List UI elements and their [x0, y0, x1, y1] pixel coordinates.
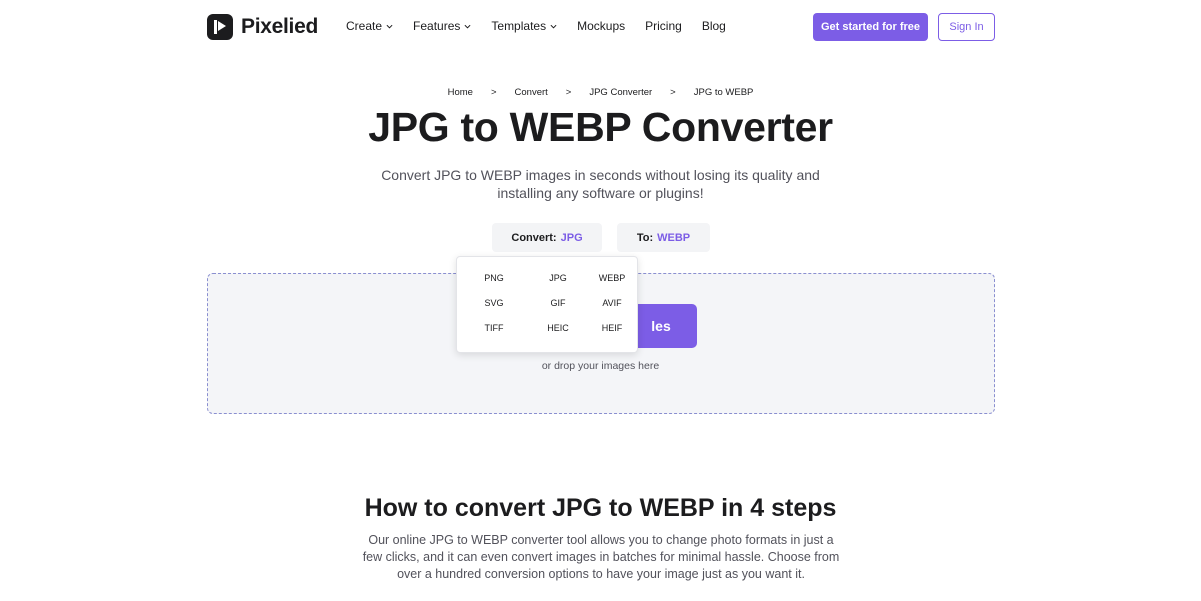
nav-item-create[interactable]: Create — [346, 19, 393, 33]
pixelied-logo-icon — [207, 14, 233, 40]
breadcrumb: Home > Convert > JPG Converter > JPG to … — [0, 87, 1201, 98]
howto-title: How to convert JPG to WEBP in 4 steps — [364, 494, 837, 522]
format-option-avif[interactable]: AVIF — [585, 297, 639, 309]
nav-item-label: Features — [413, 19, 461, 33]
nav-item-templates[interactable]: Templates — [491, 19, 557, 33]
site-header: Pixelied Create Features Templates Mocku… — [0, 0, 1201, 54]
format-option-tiff[interactable]: TIFF — [457, 322, 531, 334]
breadcrumb-item-convert[interactable]: Convert — [515, 87, 548, 98]
nav-item-mockups[interactable]: Mockups — [577, 19, 625, 33]
nav-item-label: Blog — [701, 19, 726, 33]
nav-item-label: Templates — [491, 19, 547, 33]
breadcrumb-item-jpg-converter[interactable]: JPG Converter — [589, 87, 652, 98]
convert-from-label: Convert: — [511, 231, 557, 244]
breadcrumb-separator: > — [565, 87, 572, 98]
nav-item-label: Pricing — [645, 19, 682, 33]
sign-in-button[interactable]: Sign In — [938, 13, 995, 41]
main-nav: Create Features Templates Mockups Pricin… — [346, 19, 746, 33]
nav-item-pricing[interactable]: Pricing — [645, 19, 682, 33]
logo[interactable]: Pixelied — [207, 14, 318, 40]
format-option-png[interactable]: PNG — [457, 272, 531, 284]
get-started-button[interactable]: Get started for free — [813, 13, 928, 41]
howto-text: Our online JPG to WEBP converter tool al… — [362, 533, 840, 581]
format-option-gif[interactable]: GIF — [531, 297, 585, 309]
convert-to-label: To: — [636, 231, 654, 244]
brand-name: Pixelied — [241, 15, 318, 38]
page-title: JPG to WEBP Converter — [368, 104, 833, 150]
format-options-grid: PNG JPG WEBP SVG GIF AVIF TIFF HEIC HEIF — [457, 272, 639, 334]
nav-item-label: Create — [346, 19, 383, 33]
format-option-heif[interactable]: HEIF — [585, 322, 639, 334]
breadcrumb-separator: > — [670, 87, 676, 98]
convert-from-select[interactable]: Convert: JPG — [492, 223, 602, 252]
nav-item-label: Mockups — [577, 19, 626, 33]
chevron-down-icon — [386, 24, 393, 29]
breadcrumb-item-current: JPG to WEBP — [693, 87, 754, 98]
nav-item-blog[interactable]: Blog — [702, 19, 726, 33]
page-subtitle: Convert JPG to WEBP images in seconds wi… — [381, 167, 820, 201]
breadcrumb-item-home[interactable]: Home — [448, 87, 473, 98]
convert-to-value: WEBP — [657, 231, 691, 244]
format-dropdown: PNG JPG WEBP SVG GIF AVIF TIFF HEIC HEIF — [456, 256, 638, 353]
format-option-webp[interactable]: WEBP — [585, 272, 639, 284]
chevron-down-icon — [464, 24, 471, 29]
drop-hint: or drop your images here — [541, 360, 660, 372]
breadcrumb-separator: > — [490, 87, 497, 98]
format-option-heic[interactable]: HEIC — [531, 322, 585, 334]
upload-button-label: les — [651, 318, 671, 334]
chevron-down-icon — [550, 24, 557, 29]
format-option-jpg[interactable]: JPG — [531, 272, 585, 284]
format-option-svg[interactable]: SVG — [457, 297, 531, 309]
convert-to-select[interactable]: To: WEBP — [617, 223, 710, 252]
convert-from-value: JPG — [560, 231, 583, 244]
nav-item-features[interactable]: Features — [413, 19, 471, 33]
